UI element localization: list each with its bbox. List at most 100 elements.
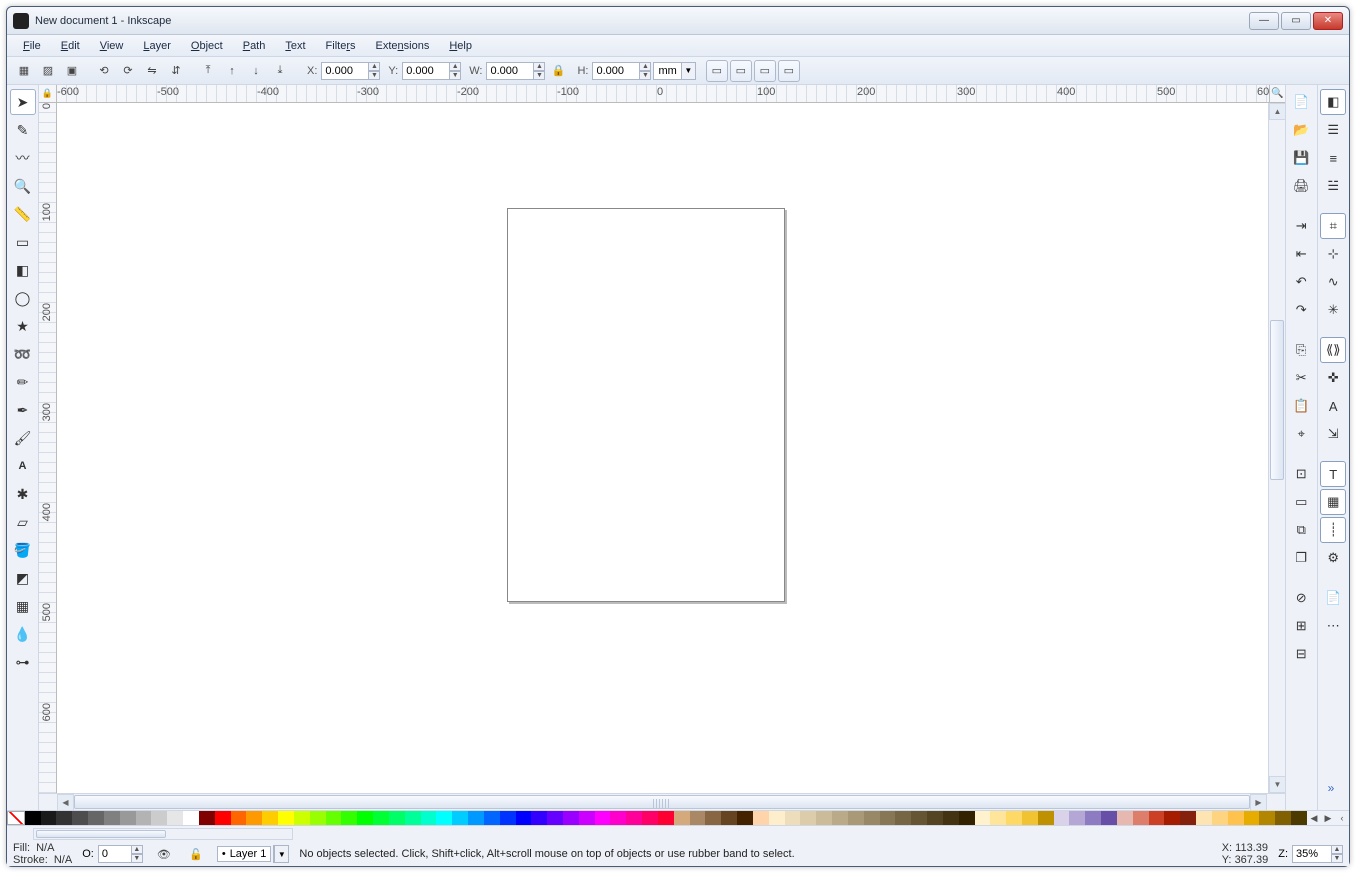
- y-input[interactable]: ▲▼: [402, 62, 461, 80]
- canvas[interactable]: [57, 103, 1268, 793]
- swatch[interactable]: [1022, 811, 1038, 825]
- affect-corners-icon[interactable]: ▭: [730, 60, 752, 82]
- star-tool[interactable]: ★: [10, 313, 36, 339]
- raise-top-icon[interactable]: ⤒: [197, 60, 219, 82]
- swatch[interactable]: [7, 811, 25, 825]
- menu-edit[interactable]: Edit: [53, 38, 88, 54]
- fill-stroke-button[interactable]: ◧: [1320, 89, 1346, 115]
- swatch[interactable]: [690, 811, 706, 825]
- swatch[interactable]: [927, 811, 943, 825]
- swatch[interactable]: [136, 811, 152, 825]
- selector-tool[interactable]: ➤: [10, 89, 36, 115]
- swatch[interactable]: [436, 811, 452, 825]
- palette-scroll-left-icon[interactable]: ◀: [1307, 811, 1321, 825]
- ellipse-tool[interactable]: ◯: [10, 285, 36, 311]
- doc-props-button[interactable]: 📄: [1320, 585, 1346, 611]
- unit-select[interactable]: mm▼: [653, 62, 695, 80]
- swatch[interactable]: [626, 811, 642, 825]
- spiral-tool[interactable]: ➿: [10, 341, 36, 367]
- palette-mini-scrollbar[interactable]: [33, 828, 293, 840]
- palette-scroll-right-icon[interactable]: ▶: [1321, 811, 1335, 825]
- swatch[interactable]: [705, 811, 721, 825]
- xml-button[interactable]: ⟪⟫: [1320, 337, 1346, 363]
- swatch[interactable]: [816, 811, 832, 825]
- swatch[interactable]: [310, 811, 326, 825]
- lower-bottom-icon[interactable]: ⤓: [269, 60, 291, 82]
- redo-button[interactable]: ↷: [1288, 297, 1314, 323]
- layer-visible-icon[interactable]: 👁: [153, 843, 175, 865]
- copy-button[interactable]: ⎘: [1288, 337, 1314, 363]
- menu-view[interactable]: View: [92, 38, 132, 54]
- swatch[interactable]: [1244, 811, 1260, 825]
- zoom-page-button[interactable]: ▭: [1288, 489, 1314, 515]
- swatch[interactable]: [1133, 811, 1149, 825]
- affect-pattern-icon[interactable]: ▭: [778, 60, 800, 82]
- swatch[interactable]: [832, 811, 848, 825]
- x-input[interactable]: ▲▼: [321, 62, 380, 80]
- palette-menu-icon[interactable]: ‹: [1335, 811, 1349, 825]
- preferences-button[interactable]: ⚙: [1320, 545, 1346, 571]
- swatch[interactable]: [800, 811, 816, 825]
- swatch[interactable]: [1291, 811, 1307, 825]
- swatch[interactable]: [1069, 811, 1085, 825]
- menu-filters[interactable]: Filters: [318, 38, 364, 54]
- swatch[interactable]: [943, 811, 959, 825]
- ruler-lock-icon[interactable]: 🔒: [39, 85, 57, 103]
- maximize-button[interactable]: ▭: [1281, 12, 1311, 30]
- fill-stroke-indicator[interactable]: Fill:N/A Stroke:N/A: [13, 842, 72, 866]
- layer-lock-icon[interactable]: 🔓: [185, 843, 207, 865]
- swatch[interactable]: [341, 811, 357, 825]
- swatch[interactable]: [516, 811, 532, 825]
- affect-stroke-icon[interactable]: ▭: [706, 60, 728, 82]
- swatch[interactable]: [500, 811, 516, 825]
- swatch[interactable]: [1054, 811, 1070, 825]
- swatch[interactable]: [104, 811, 120, 825]
- swatch[interactable]: [167, 811, 183, 825]
- duplicate-button[interactable]: ⧉: [1288, 517, 1314, 543]
- text-tool-button[interactable]: T: [1320, 461, 1346, 487]
- swatch[interactable]: [357, 811, 373, 825]
- swatch[interactable]: [326, 811, 342, 825]
- minimize-button[interactable]: —: [1249, 12, 1279, 30]
- open-button[interactable]: 📂: [1288, 117, 1314, 143]
- swatch[interactable]: [215, 811, 231, 825]
- swatch[interactable]: [785, 811, 801, 825]
- swatch[interactable]: [1259, 811, 1275, 825]
- snap-intersect-button[interactable]: ✳: [1320, 297, 1346, 323]
- connector-tool[interactable]: ⊶: [10, 649, 36, 675]
- align-button[interactable]: ≡: [1320, 145, 1346, 171]
- swatch[interactable]: [468, 811, 484, 825]
- scroll-right-button[interactable]: ▶: [1250, 794, 1267, 811]
- swatch[interactable]: [389, 811, 405, 825]
- swatch[interactable]: [231, 811, 247, 825]
- swatch[interactable]: [72, 811, 88, 825]
- group-button[interactable]: ⊞: [1288, 613, 1314, 639]
- transform-button[interactable]: ⇲: [1320, 421, 1346, 447]
- snap-center-button[interactable]: ✜: [1320, 365, 1346, 391]
- swatch[interactable]: [1212, 811, 1228, 825]
- swatch[interactable]: [610, 811, 626, 825]
- layers-button[interactable]: ☱: [1320, 173, 1346, 199]
- swatch[interactable]: [1228, 811, 1244, 825]
- measure-tool[interactable]: 📏: [10, 201, 36, 227]
- scroll-left-button[interactable]: ◀: [57, 794, 74, 811]
- swatch[interactable]: [674, 811, 690, 825]
- menu-layer[interactable]: Layer: [135, 38, 179, 54]
- gradient-tool[interactable]: ◩: [10, 565, 36, 591]
- bezier-tool[interactable]: ✒: [10, 397, 36, 423]
- import-button[interactable]: ⇥: [1288, 213, 1314, 239]
- spray-tool[interactable]: ✱: [10, 481, 36, 507]
- guide-button[interactable]: ┊: [1320, 517, 1346, 543]
- zoom-tool[interactable]: 🔍: [10, 173, 36, 199]
- swatch[interactable]: [547, 811, 563, 825]
- obj-props-button[interactable]: ☰: [1320, 117, 1346, 143]
- box3d-tool[interactable]: ◧: [10, 257, 36, 283]
- cut-button[interactable]: ✂: [1288, 365, 1314, 391]
- eraser-tool[interactable]: ▱: [10, 509, 36, 535]
- lower-icon[interactable]: ↓: [245, 60, 267, 82]
- swatch[interactable]: [452, 811, 468, 825]
- swatch[interactable]: [737, 811, 753, 825]
- swatch[interactable]: [151, 811, 167, 825]
- mesh-tool[interactable]: ▦: [10, 593, 36, 619]
- grid-button[interactable]: ▦: [1320, 489, 1346, 515]
